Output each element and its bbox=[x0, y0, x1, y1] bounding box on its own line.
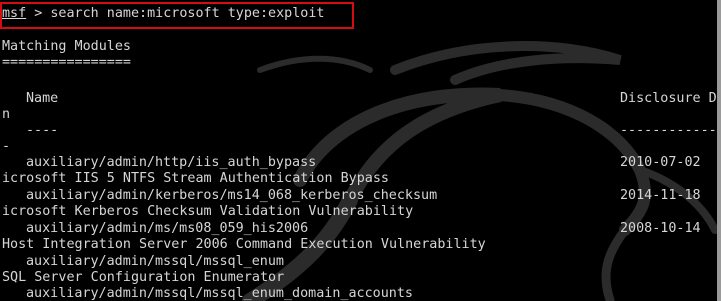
module-name: auxiliary/admin/mssql/mssql_enum bbox=[26, 254, 284, 269]
module-name: auxiliary/admin/http/iis_auth_bypass bbox=[26, 155, 317, 170]
module-description: icrosoft IIS 5 NTFS Stream Authenticatio… bbox=[2, 171, 389, 186]
command-text: search name:microsoft type:exploit bbox=[50, 6, 325, 21]
shell-prompt: msf bbox=[2, 6, 27, 21]
module-description: icrosoft Kerberos Checksum Validation Vu… bbox=[2, 204, 414, 219]
module-name: auxiliary/admin/kerberos/ms14_068_kerber… bbox=[26, 188, 438, 203]
terminal-window[interactable]: msf > search name:microsoft type:exploit… bbox=[0, 0, 721, 301]
matching-modules-title: Matching Modules bbox=[2, 39, 131, 54]
column-dash-name: ---- bbox=[26, 123, 59, 138]
column-header-wrap: n bbox=[2, 107, 11, 122]
column-dash-date: ------------ bbox=[620, 123, 717, 138]
module-description: SQL Server Configuration Enumerator bbox=[2, 270, 285, 285]
module-date: 2008-10-14 bbox=[620, 221, 701, 236]
module-description: Host Integration Server 2006 Command Exe… bbox=[2, 237, 486, 252]
column-dash-wrap: - bbox=[2, 139, 11, 154]
command-prompt-line[interactable]: msf > search name:microsoft type:exploit bbox=[2, 6, 324, 23]
module-name: auxiliary/admin/mssql/mssql_enum_domain_… bbox=[26, 286, 413, 301]
prompt-separator: > bbox=[26, 6, 51, 21]
column-header-disclosure-date: Disclosure D bbox=[620, 91, 717, 106]
module-name: auxiliary/admin/ms/ms08_059_his2006 bbox=[26, 221, 309, 236]
title-underline: ================ bbox=[2, 55, 131, 70]
module-date: 2014-11-18 bbox=[620, 188, 701, 203]
module-date: 2010-07-02 bbox=[620, 155, 701, 170]
column-header-name: Name bbox=[26, 91, 59, 106]
scrollbar[interactable] bbox=[717, 0, 721, 301]
